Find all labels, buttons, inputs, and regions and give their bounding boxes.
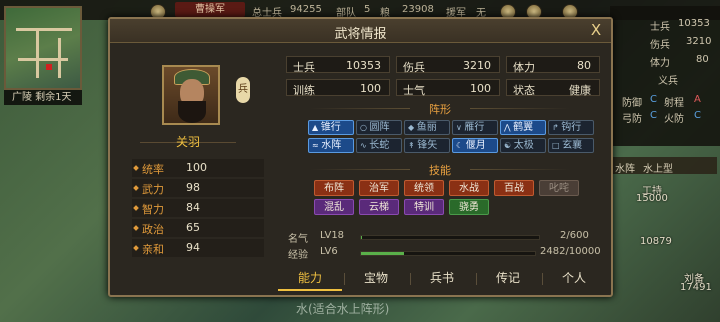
formation-2[interactable]: ○ 圆阵	[356, 120, 402, 135]
tab-military-book[interactable]: 兵书	[410, 267, 474, 291]
unit-type-badge: 兵	[236, 77, 250, 103]
units-value: 5	[364, 4, 371, 15]
skill-8[interactable]: 云梯	[359, 199, 399, 215]
fame-progress-text: 2/600	[560, 230, 589, 241]
circle-icon: ○	[360, 123, 370, 132]
general-info-dialog: 武将情报 X 兵 关羽 统率 100 武力 98 智力 84 政治 65 亲和 94 士兵…	[108, 17, 613, 297]
formation-3[interactable]: ◆ 鱼丽	[404, 120, 450, 135]
stat-status: 状态 健康	[506, 79, 600, 97]
stat-stamina: 体力 80	[506, 56, 600, 74]
skill-5[interactable]: 百战	[494, 180, 534, 196]
stat-wounded: 伤兵 3210	[396, 56, 500, 74]
formation-title: 阵形	[410, 101, 470, 117]
fame-label: 名气	[288, 234, 308, 245]
food-value: 23908	[402, 4, 434, 15]
formation-7[interactable]: ≈ 水阵	[308, 138, 354, 153]
unit-info-panel: 士兵 10353 伤兵 3210 体力 80 义兵 防御 C 射程 A 弓防 C…	[610, 6, 720, 146]
spear-icon: ↟	[408, 141, 418, 150]
formation-5[interactable]: ⋀ 鹤翼	[500, 120, 546, 135]
terrain-note: 水(适合水上阵形)	[296, 302, 390, 316]
formation-12[interactable]: □ 玄襄	[548, 138, 594, 153]
general-portrait[interactable]	[162, 65, 220, 125]
formation-11[interactable]: ☯ 太极	[500, 138, 546, 153]
fame-bar	[360, 235, 540, 240]
skill-2[interactable]: 治军	[359, 180, 399, 196]
attr-row-intelligence: 智力 84	[132, 199, 264, 217]
attr-row-command: 统率 100	[132, 159, 264, 177]
skill-10[interactable]: 骁勇	[449, 199, 489, 215]
moon-icon: ☾	[456, 141, 466, 150]
fame-bar-fill	[361, 236, 362, 239]
skill-4[interactable]: 水战	[449, 180, 489, 196]
faction-name: 曹操军	[175, 2, 245, 17]
skill-3[interactable]: 统领	[404, 180, 444, 196]
game-screen: 曹操军 总士兵 94255 部队 5 粮 23908 援军 无 广陵 剩余1天 …	[0, 0, 720, 322]
formation-6[interactable]: ↱ 钩行	[548, 120, 594, 135]
attr-row-politics: 政治 65	[132, 219, 264, 237]
exp-bar	[360, 251, 536, 256]
arrow-up-icon: ▲	[312, 123, 321, 132]
stat-training: 训练 100	[286, 79, 390, 97]
minimap-caption: 广陵 剩余1天	[4, 90, 82, 105]
stat-troops: 士兵 10353	[286, 56, 390, 74]
exp-bar-fill	[361, 252, 405, 255]
formation-1[interactable]: ▲ 锥行	[308, 120, 354, 135]
wing-icon: ⋀	[504, 123, 514, 132]
tab-personal[interactable]: 个人	[542, 267, 606, 291]
snake-icon: ∿	[360, 141, 370, 150]
hook-icon: ↱	[552, 123, 562, 132]
total-troops-value: 94255	[290, 4, 322, 15]
formation-8[interactable]: ∿ 长蛇	[356, 138, 402, 153]
close-button[interactable]: X	[587, 21, 605, 39]
fish-icon: ◆	[408, 123, 417, 132]
skill-6[interactable]: 叱咤	[539, 180, 579, 196]
info-tabs: 能力 宝物 兵书 传记 个人	[278, 267, 598, 291]
taiji-icon: ☯	[504, 141, 514, 150]
army2-value: 10879	[640, 236, 672, 247]
general-name: 关羽	[175, 135, 200, 149]
formation-10[interactable]: ☾ 偃月	[452, 138, 498, 153]
water-icon: ≈	[312, 141, 322, 150]
formation-4[interactable]: ∨ 雁行	[452, 120, 498, 135]
attr-row-charm: 亲和 94	[132, 239, 264, 257]
army3-value: 17491	[680, 282, 712, 293]
dialog-header: 武将情报 X	[110, 19, 611, 43]
skill-9[interactable]: 特训	[404, 199, 444, 215]
skill-7[interactable]: 混乱	[314, 199, 354, 215]
skill-1[interactable]: 布阵	[314, 180, 354, 196]
tab-biography[interactable]: 传记	[476, 267, 540, 291]
exp-label: 经验	[288, 250, 308, 261]
army-value: 15000	[636, 193, 668, 204]
tab-ability[interactable]: 能力	[278, 267, 342, 291]
dialog-title: 武将情报	[334, 27, 387, 42]
exp-progress-text: 2482/10000	[540, 246, 601, 257]
square-icon: □	[552, 141, 563, 150]
fame-level: LV18	[320, 230, 345, 241]
attr-row-war: 武力 98	[132, 179, 264, 197]
terrain-tag: 水阵 水上型	[607, 157, 717, 175]
minimap[interactable]	[4, 6, 82, 90]
formation-9[interactable]: ↟ 锋矢	[404, 138, 450, 153]
tab-treasure[interactable]: 宝物	[344, 267, 408, 291]
stat-morale: 士气 100	[396, 79, 500, 97]
exp-level: LV6	[320, 246, 338, 257]
skills-title: 技能	[410, 162, 470, 178]
